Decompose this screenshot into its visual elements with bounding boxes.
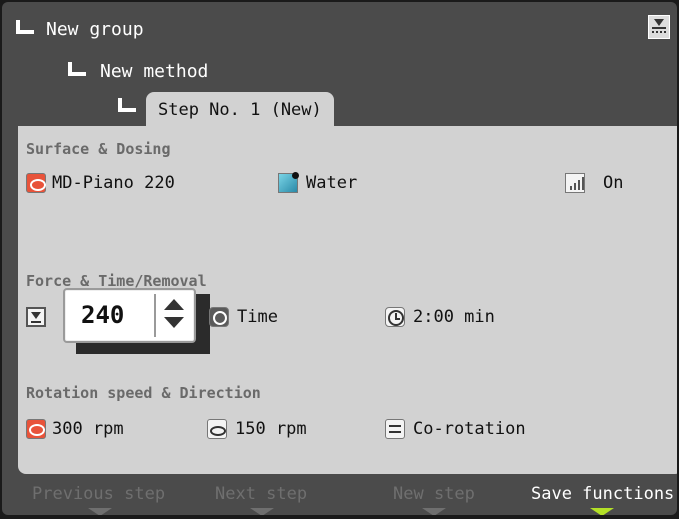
lubricant-value[interactable]: Water xyxy=(306,171,357,195)
softkey-save-functions[interactable]: Save functions xyxy=(531,482,674,506)
tree-connector-icon xyxy=(16,20,34,34)
softkey-next-step[interactable]: Next step xyxy=(215,482,307,506)
force-down-icon xyxy=(26,307,46,327)
section-title-surface: Surface & Dosing xyxy=(26,140,171,158)
force-stepper[interactable]: 240 xyxy=(63,288,196,343)
tree-connector-icon xyxy=(68,62,86,76)
dosing-value[interactable]: On xyxy=(603,171,623,195)
tree-connector-icon xyxy=(118,98,136,112)
disc-speed-icon[interactable] xyxy=(26,419,46,439)
decrement-arrow-icon[interactable] xyxy=(164,317,184,328)
increment-arrow-icon[interactable] xyxy=(164,299,184,310)
rotation-direction-icon[interactable] xyxy=(385,419,405,439)
save-download-icon[interactable] xyxy=(648,15,670,39)
clock-icon[interactable] xyxy=(385,307,405,327)
surface-value[interactable]: MD-Piano 220 xyxy=(52,171,175,195)
head-speed-value[interactable]: 150 rpm xyxy=(235,417,307,441)
softkey-previous-step[interactable]: Previous step xyxy=(32,482,165,506)
section-title-rotation: Rotation speed & Direction xyxy=(26,384,261,402)
water-lubricant-icon[interactable] xyxy=(278,172,299,193)
dosing-level-icon[interactable] xyxy=(565,173,585,193)
softkey-new-step[interactable]: New step xyxy=(393,482,475,506)
time-value[interactable]: 2:00 min xyxy=(413,305,495,329)
surface-disc-icon[interactable] xyxy=(26,173,46,193)
head-speed-icon[interactable] xyxy=(207,419,227,439)
device-screen: New group New method Step No. 1 (New) Su… xyxy=(2,2,677,515)
softkey-arrow-icon-active xyxy=(590,508,614,515)
tab-step[interactable]: Step No. 1 (New) xyxy=(146,92,334,126)
tree-group-label[interactable]: New group xyxy=(46,18,144,42)
direction-value[interactable]: Co-rotation xyxy=(413,417,526,441)
softkey-arrow-icon xyxy=(88,508,112,515)
mode-value[interactable]: Time xyxy=(237,305,278,329)
force-value[interactable]: 240 xyxy=(81,301,124,329)
tree-method-label[interactable]: New method xyxy=(100,60,208,84)
softkey-arrow-icon xyxy=(250,508,274,515)
softkey-arrow-icon xyxy=(422,508,446,515)
disc-speed-value[interactable]: 300 rpm xyxy=(52,417,124,441)
time-mode-icon[interactable] xyxy=(209,307,229,327)
